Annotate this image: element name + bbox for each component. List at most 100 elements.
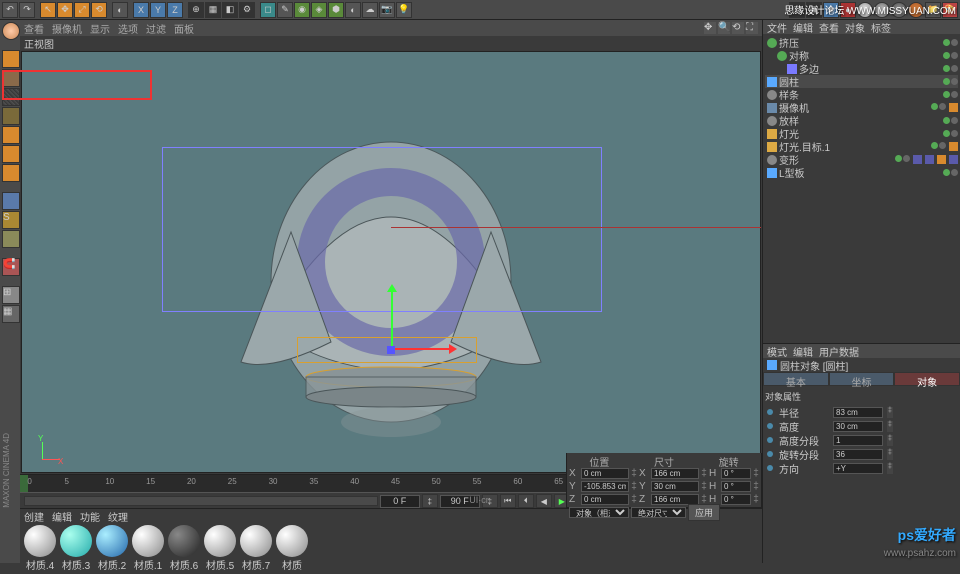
- primitive-cube-button[interactable]: ◻: [260, 2, 276, 18]
- axis-y-toggle[interactable]: Y: [150, 2, 166, 18]
- coord-mode-select[interactable]: 对象（相对）: [569, 507, 629, 518]
- start-frame-input[interactable]: [380, 495, 420, 508]
- render-view-button[interactable]: ▦: [205, 2, 221, 18]
- options-menu-item[interactable]: 选项: [118, 21, 138, 36]
- material-item[interactable]: 材质.5: [204, 525, 236, 572]
- spinner[interactable]: ‡: [887, 407, 893, 418]
- magnet-icon[interactable]: 🧲: [2, 258, 20, 276]
- rot-input[interactable]: [721, 481, 751, 492]
- prev-key-button[interactable]: ⏴: [518, 494, 534, 508]
- coord-tab-rot[interactable]: 旋转: [696, 453, 761, 467]
- panel-menu-item[interactable]: 面板: [174, 21, 194, 36]
- render-region-button[interactable]: ◧: [222, 2, 238, 18]
- attr-edit-tab[interactable]: 编辑: [793, 344, 813, 358]
- size-input[interactable]: [651, 481, 699, 492]
- obj-tab[interactable]: 查看: [819, 20, 839, 34]
- spinner[interactable]: ‡: [887, 421, 893, 432]
- environment-button[interactable]: ☁: [362, 2, 378, 18]
- rotate-view-icon[interactable]: ⟲: [732, 22, 744, 34]
- model-mode-button[interactable]: [2, 69, 20, 87]
- coord-sys-icon[interactable]: ⊕: [188, 2, 204, 18]
- viewport[interactable]: Y X 网格间距 : 10 cm: [21, 51, 761, 473]
- point-mode-button[interactable]: [2, 126, 20, 144]
- obj-tab[interactable]: 对象: [845, 20, 865, 34]
- spinner[interactable]: ‡: [887, 463, 893, 474]
- attr-input[interactable]: [833, 421, 883, 432]
- render-settings-button[interactable]: ⚙: [239, 2, 255, 18]
- attr-mode-tab[interactable]: 模式: [767, 344, 787, 358]
- pos-input[interactable]: [581, 468, 629, 479]
- goto-start-button[interactable]: ⏮: [500, 494, 516, 508]
- axis-z-toggle[interactable]: Z: [167, 2, 183, 18]
- attr-subtab-basic[interactable]: 基本: [763, 372, 829, 386]
- material-item[interactable]: 材质.7: [240, 525, 272, 572]
- pan-icon[interactable]: ✥: [704, 22, 716, 34]
- spinner[interactable]: ‡: [422, 494, 438, 508]
- maximize-icon[interactable]: ⛶: [746, 22, 758, 34]
- display-menu-item[interactable]: 显示: [90, 21, 110, 36]
- array-button[interactable]: ⬢: [328, 2, 344, 18]
- snap-tool[interactable]: S: [2, 211, 20, 229]
- material-item[interactable]: 材质: [276, 525, 308, 572]
- obj-tab[interactable]: 文件: [767, 20, 787, 34]
- filter-menu-item[interactable]: 过滤: [146, 21, 166, 36]
- workplane-tool[interactable]: [2, 230, 20, 248]
- object-row[interactable]: 对称: [765, 49, 958, 62]
- attr-subtab-object[interactable]: 对象: [894, 372, 960, 386]
- coord-tab-size[interactable]: 尺寸: [632, 453, 697, 467]
- mat-tab-function[interactable]: 功能: [80, 509, 100, 523]
- mat-tab-edit[interactable]: 编辑: [52, 509, 72, 523]
- mat-tab-texture[interactable]: 纹理: [108, 509, 128, 523]
- attr-input[interactable]: [833, 407, 883, 418]
- rot-input[interactable]: [721, 494, 751, 505]
- size-input[interactable]: [651, 468, 699, 479]
- zoom-icon[interactable]: 🔍: [718, 22, 730, 34]
- subdivision-button[interactable]: ◈: [311, 2, 327, 18]
- workplane-mode-button[interactable]: [2, 107, 20, 125]
- camera-button[interactable]: 📷: [379, 2, 395, 18]
- view-menu-item[interactable]: 查看: [24, 21, 44, 36]
- material-item[interactable]: 材质.1: [132, 525, 164, 572]
- attr-subtab-coord[interactable]: 坐标: [829, 372, 895, 386]
- attr-input[interactable]: [833, 463, 883, 474]
- axis-x-toggle[interactable]: X: [133, 2, 149, 18]
- object-row[interactable]: L型板: [765, 166, 958, 179]
- obj-tab[interactable]: 编辑: [793, 20, 813, 34]
- coord-size-mode-select[interactable]: 绝对尺寸: [631, 507, 686, 518]
- attr-input[interactable]: [833, 435, 883, 446]
- generator-button[interactable]: ◉: [294, 2, 310, 18]
- prev-frame-button[interactable]: ◀: [536, 494, 552, 508]
- camera-menu-item[interactable]: 摄像机: [52, 21, 82, 36]
- redo-button[interactable]: ↷: [19, 2, 35, 18]
- move-tool[interactable]: ✥: [57, 2, 73, 18]
- coord-tab-pos[interactable]: 位置: [567, 453, 632, 467]
- material-item[interactable]: 材质.6: [168, 525, 200, 572]
- make-editable-button[interactable]: [2, 50, 20, 68]
- polygon-mode-button[interactable]: [2, 164, 20, 182]
- scale-tool[interactable]: ⤢: [74, 2, 90, 18]
- spinner[interactable]: ‡: [887, 449, 893, 460]
- obj-tab[interactable]: 标签: [871, 20, 891, 34]
- tweak-icon[interactable]: ⊞: [2, 286, 20, 304]
- recent-tool[interactable]: ◐: [112, 2, 128, 18]
- spline-pen-button[interactable]: ✎: [277, 2, 293, 18]
- attr-input[interactable]: [833, 449, 883, 460]
- pos-input[interactable]: [581, 494, 629, 505]
- viewport-layout-icon[interactable]: ▦: [2, 305, 20, 323]
- axis-tool[interactable]: [2, 192, 20, 210]
- pos-input[interactable]: [581, 481, 629, 492]
- mat-tab-create[interactable]: 创建: [24, 509, 44, 523]
- material-item[interactable]: 材质.4: [24, 525, 56, 572]
- undo-button[interactable]: ↶: [2, 2, 18, 18]
- material-item[interactable]: 材质.3: [60, 525, 92, 572]
- spinner[interactable]: ‡: [887, 435, 893, 446]
- material-item[interactable]: 材质.2: [96, 525, 128, 572]
- edge-mode-button[interactable]: [2, 145, 20, 163]
- apply-button[interactable]: 应用: [688, 504, 720, 521]
- attr-userdata-tab[interactable]: 用户数据: [819, 344, 859, 358]
- rotate-tool[interactable]: ⟲: [91, 2, 107, 18]
- deformer-button[interactable]: ◐: [345, 2, 361, 18]
- select-tool[interactable]: ↖: [40, 2, 56, 18]
- light-button[interactable]: 💡: [396, 2, 412, 18]
- range-slider[interactable]: [24, 496, 378, 506]
